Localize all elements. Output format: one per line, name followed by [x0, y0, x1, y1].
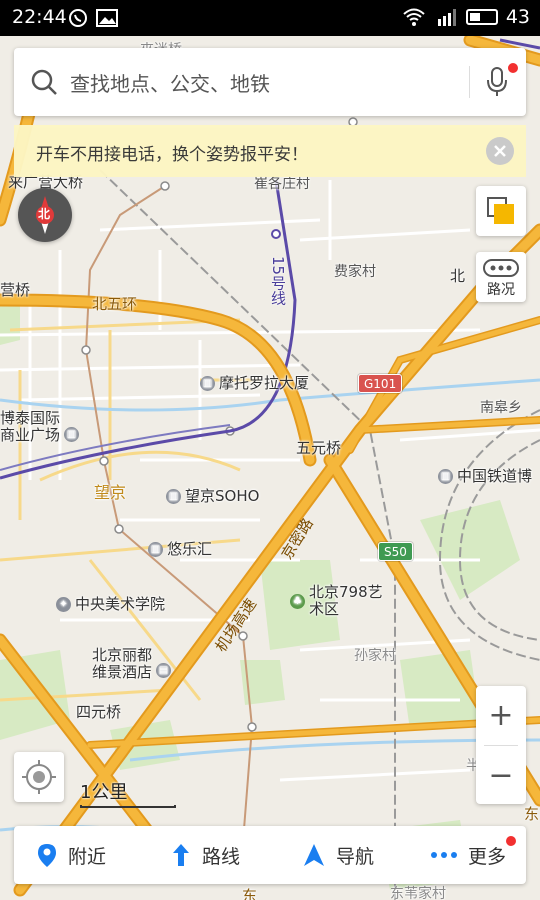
status-time: 22:44 — [12, 6, 67, 28]
banner-close-button[interactable] — [486, 137, 514, 165]
image-icon — [96, 9, 118, 27]
zoom-control: + − — [476, 686, 526, 804]
signal-icon — [437, 9, 456, 26]
layers-button[interactable] — [476, 186, 526, 236]
more-dots-icon — [431, 852, 457, 858]
map-label-wuyuanqiao[interactable]: 五元桥 — [296, 439, 341, 457]
tab-more-label: 更多 — [468, 845, 507, 868]
microphone-icon[interactable] — [484, 66, 510, 98]
zoom-in-button[interactable]: + — [476, 686, 526, 744]
map-label-feijia[interactable]: 费家村 — [334, 264, 376, 280]
map-label-sunjia[interactable]: 孙家村 — [354, 648, 396, 664]
route-icon — [173, 844, 189, 866]
compass-button[interactable]: 北 — [18, 188, 72, 242]
wifi-icon — [403, 8, 425, 26]
tab-route-label: 路线 — [202, 845, 241, 868]
scale-label: 1公里 — [80, 782, 128, 803]
poi-youlehui[interactable]: ▥ 悠乐汇 — [148, 540, 212, 558]
status-bar: 22:44 43 — [0, 0, 540, 36]
search-divider — [469, 66, 470, 98]
poi-zhongyangmeishu[interactable]: ✦ 中央美术学院 — [56, 595, 165, 613]
navigation-arrow-icon — [304, 844, 324, 866]
tip-banner[interactable]: 开车不用接电话，换个姿势报平安！ — [14, 125, 526, 177]
compass-north-label: 北 — [38, 207, 51, 221]
tab-more[interactable]: 更多 — [430, 826, 506, 884]
building-icon: ▥ — [200, 376, 215, 392]
layers-icon — [487, 197, 514, 224]
mic-notification-dot — [508, 63, 518, 73]
school-icon: ✦ — [56, 597, 71, 613]
tab-navigate-label: 导航 — [336, 845, 375, 868]
traffic-label: 路况 — [487, 282, 515, 298]
map-label-ying[interactable]: 营桥 — [0, 281, 30, 299]
map-label-dong[interactable]: 东 — [242, 887, 257, 900]
poi-798[interactable]: ♣ 北京798艺 术区 — [290, 583, 383, 619]
battery-percent: 43 — [505, 6, 530, 28]
map-label-siyuanqiao[interactable]: 四元桥 — [76, 703, 121, 721]
tab-navigate[interactable]: 导航 — [302, 826, 374, 884]
map-label-bottom-right[interactable]: 东 — [524, 805, 539, 823]
traffic-button[interactable]: 路况 — [476, 252, 526, 302]
whatsapp-icon — [69, 9, 87, 27]
close-icon — [494, 145, 506, 157]
banner-text: 开车不用接电话，换个姿势报平安！ — [36, 145, 308, 165]
map-scale: 1公里 — [80, 778, 176, 808]
map-label-beiwuhuan[interactable]: 北五环 — [92, 295, 137, 313]
park-icon: ♣ — [290, 593, 305, 609]
poi-motuoluola[interactable]: ▥ 摩托罗拉大厦 — [200, 374, 309, 392]
metro-station — [271, 229, 281, 239]
map-label-bottom-cut[interactable]: 东苇家村 — [390, 886, 446, 900]
poi-wangjing-soho[interactable]: ▥ 望京SOHO — [166, 487, 259, 505]
hotel-icon: ▤ — [156, 662, 172, 678]
search-bar[interactable]: 查找地点、公交、地铁 — [14, 48, 526, 116]
locate-icon — [22, 760, 56, 794]
locate-button[interactable] — [14, 752, 64, 802]
map-label-nangao[interactable]: 南皋乡 — [480, 400, 522, 416]
tab-nearby[interactable]: 附近 — [36, 826, 106, 884]
tab-nearby-label: 附近 — [68, 845, 107, 868]
more-notification-dot — [506, 836, 516, 846]
building-icon: ▥ — [64, 426, 80, 442]
building-icon: ▥ — [166, 489, 181, 505]
location-pin-icon — [38, 844, 56, 867]
building-icon: ▥ — [148, 542, 163, 558]
museum-icon: ▥ — [438, 469, 453, 485]
search-icon — [31, 69, 57, 95]
map-label-wangjing[interactable]: 望京 — [94, 483, 126, 502]
map-label-cuigezhuang[interactable]: 崔各庄村 — [254, 176, 310, 192]
search-input[interactable]: 查找地点、公交、地铁 — [70, 68, 270, 97]
poi-lidu[interactable]: 北京丽都 维景酒店 ▤ — [92, 646, 172, 682]
shield-s50[interactable]: S50 — [378, 542, 413, 561]
poi-zhongguotiedao[interactable]: ▥ 中国铁道博 — [438, 467, 532, 485]
battery-icon — [465, 9, 498, 25]
tab-route[interactable]: 路线 — [170, 826, 240, 884]
zoom-out-button[interactable]: − — [476, 746, 526, 804]
metro-label-15[interactable]: 15号线 — [268, 256, 289, 305]
poi-bosheng[interactable]: 博泰国际 商业广场 ▥ — [0, 409, 80, 445]
scale-bar — [80, 805, 176, 808]
bottom-toolbar: 附近 路线 导航 更多 — [14, 826, 526, 884]
map-label-bei-right[interactable]: 北 — [450, 267, 465, 285]
shield-g101[interactable]: G101 — [358, 374, 403, 393]
